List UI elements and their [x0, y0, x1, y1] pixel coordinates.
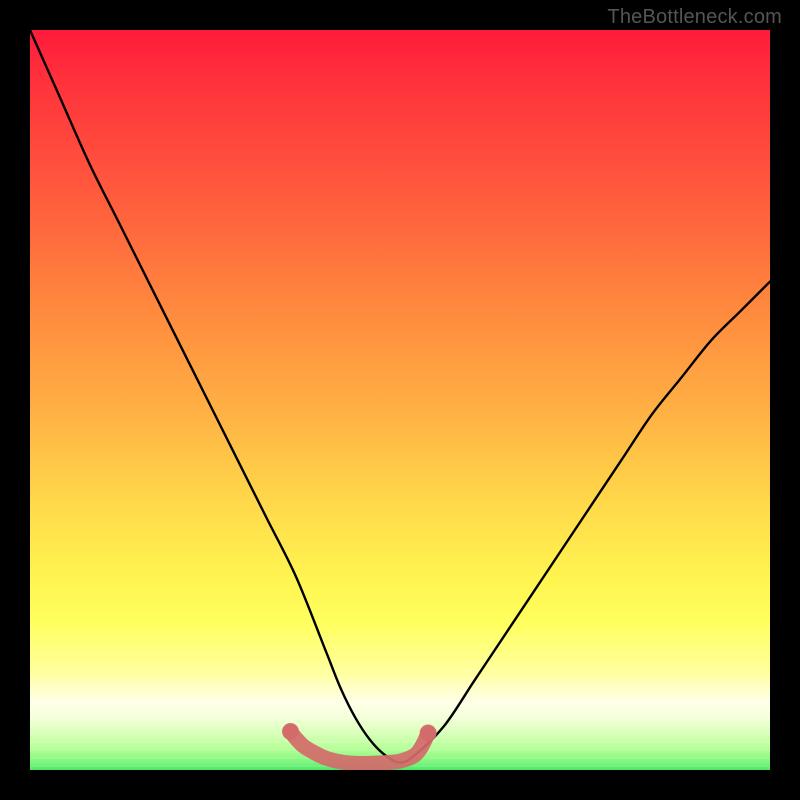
watermark-text: TheBottleneck.com [607, 6, 782, 29]
bottleneck-curve [30, 30, 770, 763]
plot-area [30, 30, 770, 770]
chart-frame: TheBottleneck.com [0, 0, 800, 800]
tolerance-band-endpoint [282, 723, 299, 740]
tolerance-band-endpoint [420, 725, 437, 742]
chart-svg [30, 30, 770, 770]
tolerance-band [290, 732, 428, 764]
